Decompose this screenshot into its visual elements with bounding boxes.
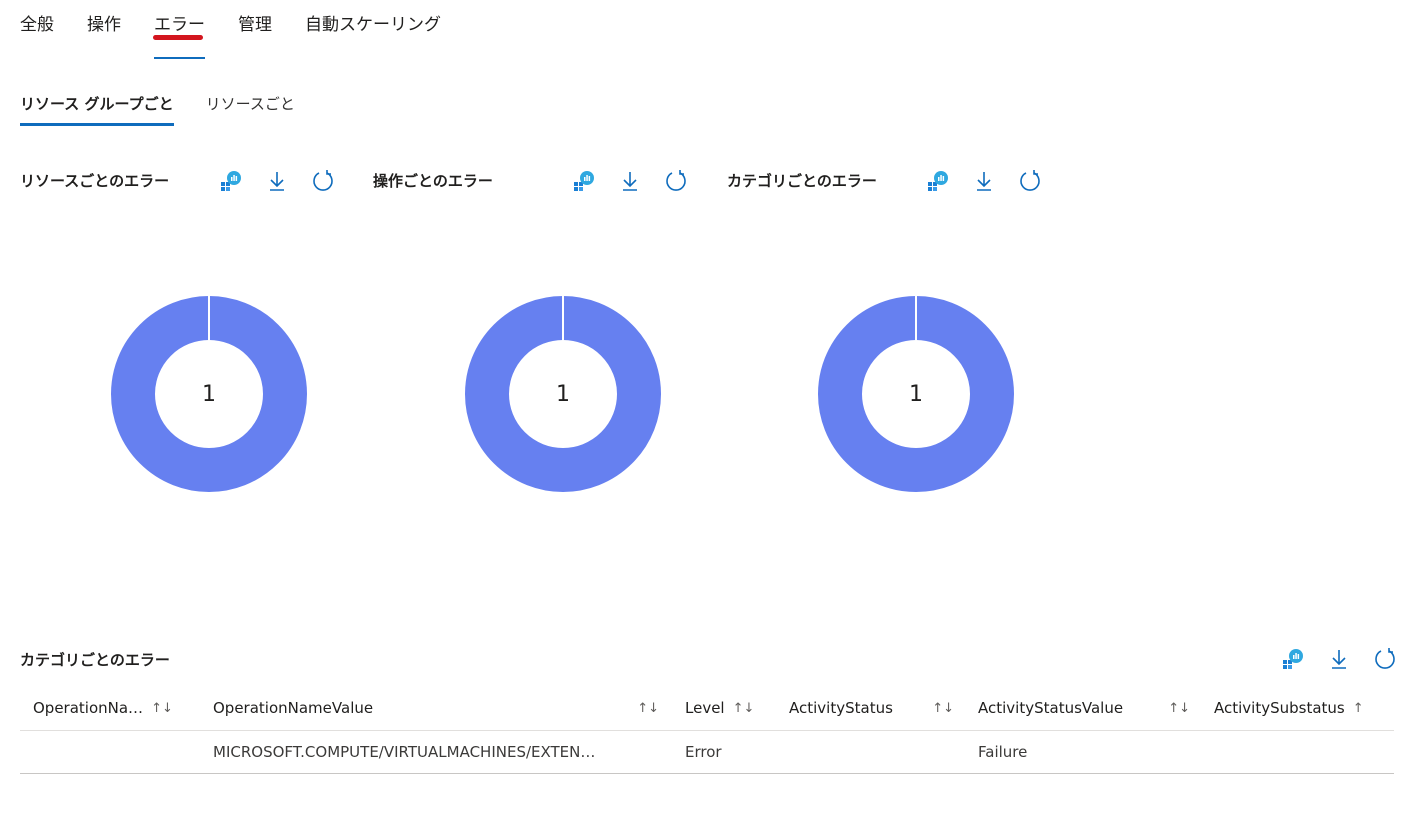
tab-autoscaling[interactable]: 自動スケーリング [305, 12, 441, 52]
tab-operations[interactable]: 操作 [87, 12, 121, 52]
cell-activitystatusvalue: Failure [978, 743, 1028, 761]
donut-total: 1 [909, 381, 923, 407]
sort-icon[interactable]: ↑↓ [932, 701, 954, 716]
panel-title-errors-by-resource: リソースごとのエラー [20, 172, 170, 190]
download-icon[interactable] [618, 169, 642, 193]
cell-operationnamevalue: MICROSOFT.COMPUTE/VIRTUALMACHINES/EXTEN… [213, 743, 596, 761]
tab-by-resource-group[interactable]: リソース グループごと [20, 91, 174, 126]
insights-icon[interactable] [219, 169, 243, 193]
column-header-label: ActivityStatusValue [978, 699, 1124, 717]
column-header-activitystatusvalue[interactable]: ActivityStatusValue ↑↓ [978, 699, 1214, 717]
column-header-operationname[interactable]: OperationNa… ↑↓ [20, 699, 213, 717]
donut-total: 1 [202, 381, 216, 407]
tab-general[interactable]: 全般 [20, 12, 54, 52]
sort-icon[interactable]: ↑↓ [151, 701, 173, 716]
download-icon[interactable] [972, 169, 996, 193]
column-header-label: OperationNameValue [213, 699, 374, 717]
donut-chart-errors-by-operation[interactable]: 1 [465, 296, 661, 492]
panel-toolbar [572, 169, 688, 193]
table-title: カテゴリごとのエラー [20, 651, 170, 669]
table-header-row: OperationNa… ↑↓ OperationNameValue ↑↓ Le… [20, 686, 1394, 731]
tab-management[interactable]: 管理 [238, 12, 272, 52]
sort-icon[interactable]: ↑↓ [1168, 701, 1190, 716]
errors-table: OperationNa… ↑↓ OperationNameValue ↑↓ Le… [20, 686, 1394, 774]
donut-total: 1 [556, 381, 570, 407]
refresh-icon[interactable] [1018, 169, 1042, 193]
tab-errors[interactable]: エラー [154, 12, 205, 59]
insights-icon[interactable] [572, 169, 596, 193]
column-header-operationnamevalue[interactable]: OperationNameValue ↑↓ [213, 699, 685, 717]
sort-icon[interactable]: ↑↓ [733, 701, 755, 716]
column-header-label: OperationNa… [33, 699, 144, 717]
download-icon[interactable] [265, 169, 289, 193]
table-row[interactable]: MICROSOFT.COMPUTE/VIRTUALMACHINES/EXTEN…… [20, 731, 1394, 774]
column-header-activitysubstatus[interactable]: ActivitySubstatus ↑ [1214, 699, 1394, 717]
top-tab-bar: 全般 操作 エラー 管理 自動スケーリング [20, 12, 474, 59]
table-toolbar [1281, 647, 1397, 671]
download-icon[interactable] [1327, 647, 1351, 671]
tab-by-resource[interactable]: リソースごと [206, 91, 295, 117]
refresh-icon[interactable] [311, 169, 335, 193]
sort-icon[interactable]: ↑↓ [637, 701, 659, 716]
column-header-label: ActivityStatus [789, 699, 893, 717]
panel-toolbar [926, 169, 1042, 193]
red-annotation-underline [153, 35, 203, 40]
insights-icon[interactable] [1281, 647, 1305, 671]
column-header-label: Level [685, 699, 725, 717]
sort-icon[interactable]: ↑ [1353, 701, 1364, 716]
sub-tab-bar: リソース グループごと リソースごと [20, 91, 327, 126]
column-header-level[interactable]: Level ↑↓ [685, 699, 789, 717]
panel-title-errors-by-operation: 操作ごとのエラー [373, 172, 493, 190]
insights-icon[interactable] [926, 169, 950, 193]
donut-chart-errors-by-resource[interactable]: 1 [111, 296, 307, 492]
panel-title-errors-by-category: カテゴリごとのエラー [727, 172, 877, 190]
refresh-icon[interactable] [1373, 647, 1397, 671]
column-header-activitystatus[interactable]: ActivityStatus ↑↓ [789, 699, 978, 717]
refresh-icon[interactable] [664, 169, 688, 193]
panel-toolbar [219, 169, 335, 193]
column-header-label: ActivitySubstatus [1214, 699, 1345, 717]
donut-chart-errors-by-category[interactable]: 1 [818, 296, 1014, 492]
cell-level: Error [685, 743, 722, 761]
